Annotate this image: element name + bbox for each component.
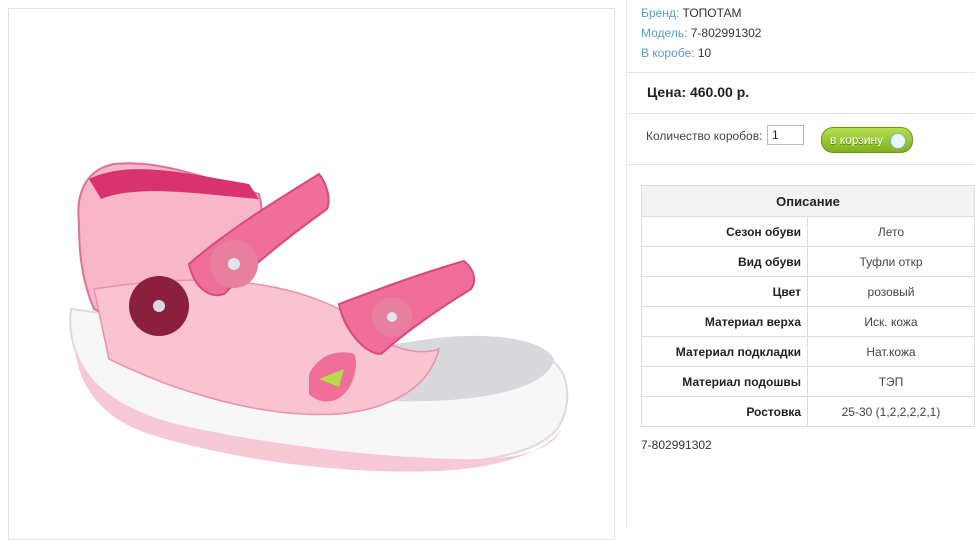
attr-value: Туфли откр (807, 246, 975, 277)
brand-value: ТОПОТАМ (682, 6, 742, 20)
box-value: 10 (697, 46, 712, 60)
sku-footer: 7-802991302 (641, 438, 712, 452)
attr-key: Вид обуви (641, 246, 808, 277)
attr-key: Материал подкладки (641, 336, 808, 367)
quantity-input[interactable] (767, 125, 804, 145)
flower-pink-2 (372, 297, 412, 337)
attr-value: 25-30 (1,2,2,2,2,1) (807, 396, 975, 427)
cart-icon (890, 133, 906, 149)
attr-value: Лето (807, 216, 975, 247)
table-row: Цвет розовый (641, 276, 975, 307)
flower-dark (129, 276, 189, 336)
brand-label[interactable]: Бренд: (641, 6, 679, 20)
table-row: Материал верха Иск. кожа (641, 306, 975, 337)
divider (627, 164, 975, 165)
box-row: В коробе: 10 (641, 46, 711, 60)
attr-value: розовый (807, 276, 975, 307)
table-row: Сезон обуви Лето (641, 216, 975, 247)
attr-key: Материал верха (641, 306, 808, 337)
model-label[interactable]: Модель: (641, 26, 687, 40)
add-to-cart-label: в корзину (830, 133, 884, 147)
model-row: Модель: 7-802991302 (641, 26, 761, 40)
divider (627, 72, 975, 73)
description-header: Описание (641, 185, 975, 217)
sandal-illustration (69, 162, 569, 472)
product-image[interactable] (8, 8, 615, 540)
flower-pink-1 (210, 240, 258, 288)
brand-row: Бренд: ТОПОТАМ (641, 6, 742, 20)
attr-value: ТЭП (807, 366, 975, 397)
table-row: Ростовка 25-30 (1,2,2,2,2,1) (641, 396, 975, 427)
table-row: Материал подкладки Нат.кожа (641, 336, 975, 367)
table-row: Вид обуви Туфли откр (641, 246, 975, 277)
attr-key: Материал подошвы (641, 366, 808, 397)
attr-key: Цвет (641, 276, 808, 307)
panel-divider (626, 0, 627, 529)
table-row: Материал подошвы ТЭП (641, 366, 975, 397)
price: Цена: 460.00 р. (647, 84, 750, 100)
attr-key: Сезон обуви (641, 216, 808, 247)
attr-value: Иск. кожа (807, 306, 975, 337)
add-to-cart-button[interactable]: в корзину (821, 127, 913, 153)
attr-value: Нат.кожа (807, 336, 975, 367)
attr-key: Ростовка (641, 396, 808, 427)
divider (627, 113, 975, 114)
quantity-label: Количество коробов: (646, 129, 763, 143)
box-label[interactable]: В коробе: (641, 46, 695, 60)
description-table: Описание Сезон обуви Лето Вид обуви Туфл… (641, 185, 975, 427)
model-value: 7-802991302 (690, 26, 762, 40)
